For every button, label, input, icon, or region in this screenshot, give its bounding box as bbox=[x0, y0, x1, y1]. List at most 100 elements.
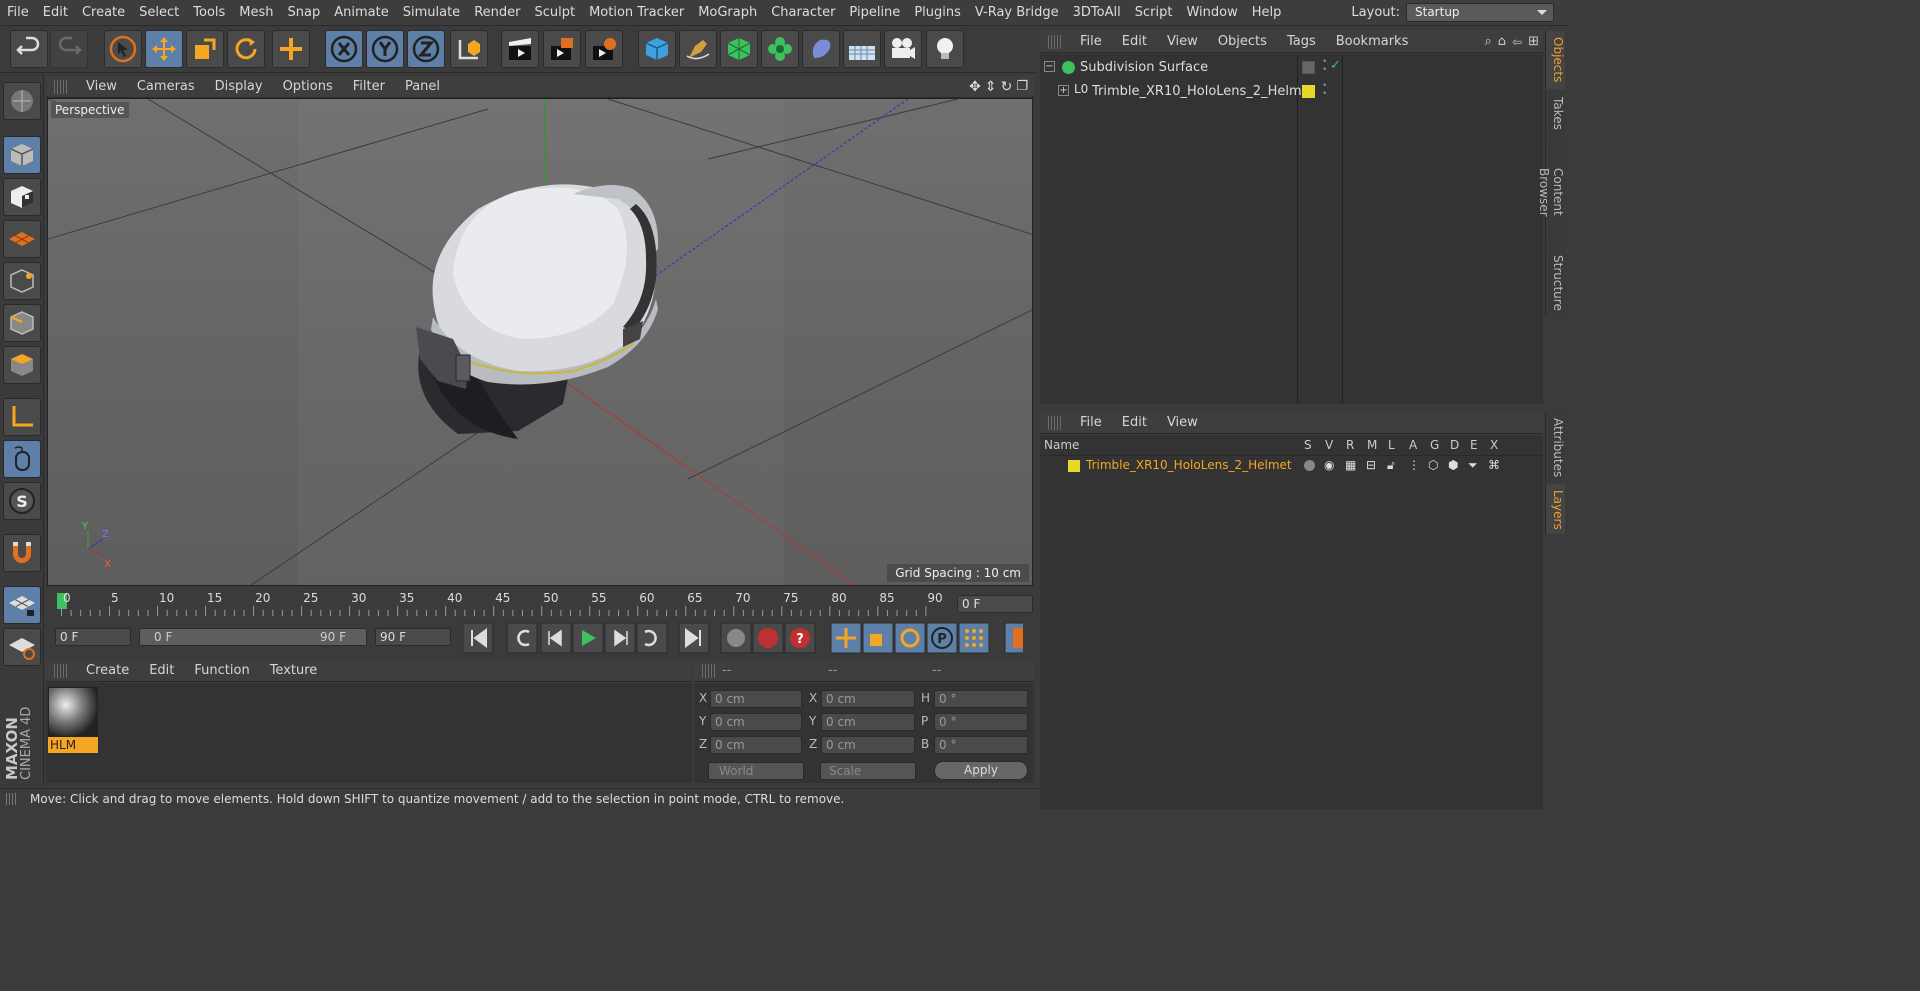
undo-button[interactable] bbox=[10, 30, 48, 68]
col-m[interactable]: M bbox=[1367, 438, 1377, 452]
menu-plugins[interactable]: Plugins bbox=[907, 5, 968, 20]
material-swatch[interactable]: HLM bbox=[48, 687, 98, 753]
menu-3dtoall[interactable]: 3DToAll bbox=[1066, 5, 1128, 20]
menu-sculpt[interactable]: Sculpt bbox=[527, 5, 582, 20]
size-y-field[interactable]: 0 cm bbox=[821, 713, 915, 731]
generators-toggle-icon[interactable]: ⬡ bbox=[1428, 458, 1438, 472]
menu-mograph[interactable]: MoGraph bbox=[691, 5, 764, 20]
cloner-button[interactable] bbox=[761, 30, 799, 68]
lock-toggle-icon[interactable]: 🔓︎ bbox=[1387, 458, 1395, 473]
light-button[interactable] bbox=[926, 30, 964, 68]
rotate-tool-button[interactable] bbox=[227, 30, 265, 68]
menu-motion-tracker[interactable]: Motion Tracker bbox=[582, 5, 691, 20]
rotation-h-field[interactable]: 0 ° bbox=[934, 690, 1028, 708]
objects-menu-tags[interactable]: Tags bbox=[1277, 34, 1326, 49]
make-editable-button[interactable] bbox=[3, 82, 41, 120]
current-frame-field[interactable]: 0 F bbox=[957, 595, 1033, 613]
enabled-check-icon[interactable]: ✓ bbox=[1330, 58, 1341, 73]
viewport-menu-cameras[interactable]: Cameras bbox=[127, 79, 205, 94]
cube-button[interactable] bbox=[638, 30, 676, 68]
collapse-icon[interactable]: − bbox=[1044, 61, 1055, 72]
camera-button[interactable] bbox=[884, 30, 922, 68]
tab-content-browser[interactable]: Content Browser bbox=[1537, 137, 1565, 247]
object-name-helmet[interactable]: Trimble_XR10_HoloLens_2_Helmet bbox=[1092, 84, 1315, 99]
xref-toggle-icon[interactable]: ⌘ bbox=[1488, 458, 1500, 472]
tab-takes[interactable]: Takes bbox=[1545, 91, 1565, 135]
position-x-field[interactable]: 0 cm bbox=[710, 690, 802, 708]
tab-objects[interactable]: Objects bbox=[1545, 31, 1565, 89]
key-rotation-button[interactable] bbox=[894, 622, 926, 654]
object-row-helmet[interactable]: + L0 Trimble_XR10_HoloLens_2_Helmet • • bbox=[1040, 81, 1543, 103]
layers-menu-view[interactable]: View bbox=[1157, 415, 1208, 430]
menu-create[interactable]: Create bbox=[75, 5, 132, 20]
deformer-button[interactable] bbox=[802, 30, 840, 68]
prev-key-button[interactable] bbox=[506, 622, 538, 654]
layers-menu-file[interactable]: File bbox=[1070, 415, 1112, 430]
layout-dropdown[interactable]: Startup bbox=[1406, 3, 1554, 22]
layer-tag-yellow[interactable] bbox=[1302, 85, 1315, 98]
enable-axis-button[interactable] bbox=[3, 398, 41, 436]
material-menu-create[interactable]: Create bbox=[76, 663, 139, 678]
menu-edit[interactable]: Edit bbox=[36, 5, 75, 20]
coordinate-system-button[interactable] bbox=[450, 30, 488, 68]
preview-range-slider[interactable]: 0 F 90 F bbox=[139, 628, 367, 646]
snap-button[interactable] bbox=[3, 534, 41, 572]
recent-tool-button[interactable] bbox=[272, 30, 310, 68]
menu-animate[interactable]: Animate bbox=[327, 5, 395, 20]
layer-name[interactable]: Trimble_XR10_HoloLens_2_Helmet bbox=[1086, 458, 1292, 472]
size-x-field[interactable]: 0 cm bbox=[821, 690, 915, 708]
back-icon[interactable]: ⇦ bbox=[1512, 35, 1522, 49]
object-row-subdivision[interactable]: − Subdivision Surface • • ✓ bbox=[1040, 58, 1543, 80]
material-menu-edit[interactable]: Edit bbox=[139, 663, 184, 678]
search-icon[interactable]: ⌕ bbox=[1484, 34, 1491, 49]
animation-toggle-icon[interactable]: ⋮ bbox=[1408, 458, 1420, 472]
end-frame-field[interactable]: 90 F bbox=[375, 628, 451, 646]
col-x[interactable]: X bbox=[1490, 438, 1498, 452]
menu-vray-bridge[interactable]: V-Ray Bridge bbox=[968, 5, 1066, 20]
viewport-menu-display[interactable]: Display bbox=[205, 79, 273, 94]
viewport-menu-panel[interactable]: Panel bbox=[395, 79, 450, 94]
coordinate-system-dropdown[interactable]: World bbox=[708, 762, 804, 780]
menu-select[interactable]: Select bbox=[132, 5, 186, 20]
render-toggle-icon[interactable]: ▦ bbox=[1345, 458, 1356, 472]
object-name-subdivision[interactable]: Subdivision Surface bbox=[1080, 60, 1208, 75]
menu-render[interactable]: Render bbox=[467, 5, 527, 20]
col-r[interactable]: R bbox=[1346, 438, 1354, 452]
expressions-toggle-icon[interactable]: ⏷ bbox=[1468, 458, 1478, 473]
render-view-button[interactable] bbox=[501, 30, 539, 68]
viewport-pan-icon[interactable]: ✥ bbox=[969, 79, 981, 95]
render-picture-viewer-button[interactable] bbox=[543, 30, 581, 68]
viewport-dolly-icon[interactable]: ⇕ bbox=[985, 79, 997, 95]
col-l[interactable]: L bbox=[1388, 438, 1395, 452]
menu-character[interactable]: Character bbox=[764, 5, 842, 20]
objects-menu-file[interactable]: File bbox=[1070, 34, 1112, 49]
view-toggle-icon[interactable]: ◉ bbox=[1324, 458, 1334, 472]
solo-button[interactable]: S bbox=[3, 482, 41, 520]
scale-tool-button[interactable] bbox=[186, 30, 224, 68]
tab-structure[interactable]: Structure bbox=[1545, 249, 1565, 315]
col-e[interactable]: E bbox=[1470, 438, 1478, 452]
home-icon[interactable]: ⌂ bbox=[1498, 34, 1506, 49]
layer-tag-gray[interactable] bbox=[1302, 61, 1315, 74]
objects-menu-edit[interactable]: Edit bbox=[1112, 34, 1157, 49]
menu-help[interactable]: Help bbox=[1245, 5, 1289, 20]
redo-button[interactable] bbox=[50, 30, 88, 68]
tab-layers[interactable]: Layers bbox=[1545, 484, 1565, 534]
y-axis-button[interactable] bbox=[366, 30, 404, 68]
edges-mode-button[interactable] bbox=[3, 304, 41, 342]
apply-button[interactable]: Apply bbox=[934, 761, 1028, 780]
size-z-field[interactable]: 0 cm bbox=[821, 736, 915, 754]
expand-icon[interactable]: + bbox=[1058, 85, 1069, 96]
menu-tools[interactable]: Tools bbox=[186, 5, 232, 20]
points-mode-button[interactable] bbox=[3, 262, 41, 300]
polygons-mode-button[interactable] bbox=[3, 346, 41, 384]
viewport-maximize-icon[interactable]: ❐ bbox=[1016, 79, 1028, 94]
menu-script[interactable]: Script bbox=[1128, 5, 1180, 20]
workplane-mode-button[interactable] bbox=[3, 220, 41, 258]
viewport-perspective[interactable]: Y Z X Perspective Grid Spacing : 10 cm bbox=[47, 98, 1033, 586]
planar-workplane-button[interactable] bbox=[3, 628, 41, 666]
live-selection-button[interactable] bbox=[104, 30, 142, 68]
col-v[interactable]: V bbox=[1325, 438, 1333, 452]
position-y-field[interactable]: 0 cm bbox=[710, 713, 802, 731]
col-g[interactable]: G bbox=[1430, 438, 1439, 452]
